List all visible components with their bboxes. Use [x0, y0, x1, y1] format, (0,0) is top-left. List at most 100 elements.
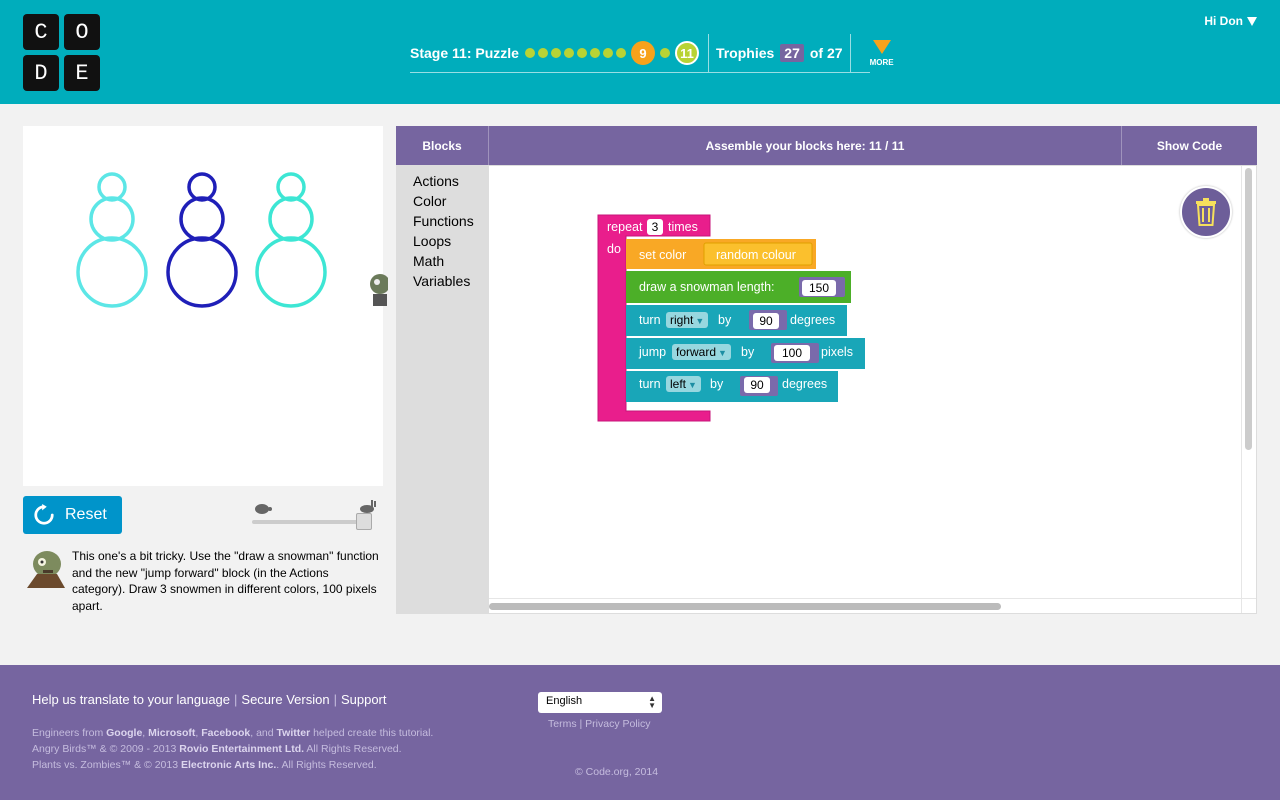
secure-version-link[interactable]: Secure Version — [241, 692, 329, 707]
privacy-policy-link[interactable]: Privacy Policy — [585, 718, 650, 730]
more-button[interactable]: MORE — [864, 39, 900, 67]
credits: Engineers from Google, Microsoft, Facebo… — [32, 725, 433, 773]
toolbox-category-functions[interactable]: Functions — [396, 211, 489, 231]
turn-direction-value: left — [670, 377, 687, 391]
current-puzzle-bubble[interactable]: 9 — [630, 41, 655, 65]
snowman-2-ball-2 — [179, 196, 225, 242]
puzzle-dot-10[interactable] — [659, 48, 670, 58]
credits-engineers: Engineers from Google, Microsoft, Facebo… — [32, 727, 434, 739]
translate-link[interactable]: Help us translate to your language — [32, 692, 230, 707]
puzzle-dots: 9 11 — [524, 41, 701, 65]
snowman-1-ball-2 — [89, 196, 135, 242]
instructions: This one's a bit tricky. Use the "draw a… — [23, 548, 383, 614]
puzzle-dot-1[interactable] — [524, 48, 535, 58]
user-menu[interactable]: Hi Don — [1204, 14, 1257, 28]
draw-snowman-label: draw a snowman length: — [639, 280, 775, 294]
dropdown-arrow-icon: ▼ — [695, 316, 705, 326]
last-puzzle-bubble[interactable]: 11 — [674, 41, 699, 65]
puzzle-dot-8[interactable] — [615, 48, 626, 58]
header: C O D E Stage 11: Puzzle 9 11 Trophies 2… — [0, 0, 1280, 104]
logo-letter: O — [64, 14, 100, 50]
snowman-2-ball-3 — [166, 236, 238, 308]
reset-button[interactable]: Reset — [23, 496, 122, 534]
show-code-button[interactable]: Show Code — [1121, 126, 1257, 165]
puzzle-dot-5[interactable] — [576, 48, 587, 58]
puzzle-dot-3[interactable] — [550, 48, 561, 58]
snowman-3-ball-3 — [255, 236, 327, 308]
stage-label: Stage 11: Puzzle — [410, 45, 519, 61]
logo-letter: D — [23, 55, 59, 91]
footer: Help us translate to your language | Secur… — [0, 665, 1280, 800]
jump-pixels-field[interactable]: 100 — [774, 345, 810, 361]
zombie-character — [370, 274, 388, 306]
snowman-2-ball-1 — [187, 172, 217, 202]
puzzle-dot-2[interactable] — [537, 48, 548, 58]
trophies-total: of 27 — [809, 45, 843, 61]
code-logo[interactable]: C O D E — [23, 14, 100, 91]
dropdown-arrow-icon: ▼ — [688, 380, 697, 390]
toolbox-category-actions[interactable]: Actions — [396, 171, 489, 191]
degrees-label: degrees — [790, 313, 836, 327]
speed-slider[interactable] — [252, 500, 376, 532]
turn-label: turn — [639, 313, 661, 327]
speed-thumb[interactable] — [356, 513, 372, 530]
trophies-label: Trophies — [715, 45, 775, 61]
more-label: MORE — [869, 57, 894, 67]
turn-direction-value: right — [670, 313, 694, 327]
workspace-header: Blocks Assemble your blocks here: 11 / 1… — [396, 126, 1257, 165]
visualization-canvas — [23, 126, 388, 486]
blocks-workspace[interactable]: repeat 3 times do set color random colou… — [489, 165, 1257, 614]
jump-label: jump — [639, 345, 667, 359]
by-label: by — [741, 345, 755, 359]
trash-can[interactable] — [1180, 186, 1232, 238]
horizontal-scrollbar[interactable] — [489, 603, 1001, 610]
toolbox-category-color[interactable]: Color — [396, 191, 489, 211]
logo-letter: E — [64, 55, 100, 91]
puzzle-dot-4[interactable] — [563, 48, 574, 58]
repeat-label: repeat — [607, 220, 643, 234]
puzzle-dot-7[interactable] — [602, 48, 613, 58]
snowman-1-ball-3 — [76, 236, 148, 308]
footer-links: Help us translate to your language | Secur… — [32, 692, 387, 707]
turn-direction-dropdown[interactable]: right ▼ — [666, 312, 709, 328]
vertical-scrollbar[interactable] — [1245, 168, 1252, 450]
trophies-count: 27 — [780, 44, 804, 62]
repeat-count-field[interactable]: 3 — [647, 219, 663, 235]
toolbox-category-math[interactable]: Math — [396, 251, 489, 271]
reset-label: Reset — [65, 506, 107, 523]
instructions-text: This one's a bit tricky. Use the "draw a… — [72, 549, 379, 613]
copyright: © Code.org, 2014 — [575, 766, 659, 778]
caret-down-icon — [1247, 16, 1257, 26]
turn-degrees-field[interactable]: 90 — [753, 313, 779, 329]
toolbox: Actions Color Functions Loops Math Varia… — [396, 165, 489, 614]
divider — [707, 34, 709, 72]
speed-track[interactable] — [252, 520, 370, 524]
blocks-tab: Blocks — [396, 126, 489, 165]
turn-direction-dropdown[interactable]: left ▼ — [666, 376, 701, 392]
puzzle-dot-6[interactable] — [589, 48, 600, 58]
random-colour-label[interactable]: random colour — [716, 247, 796, 263]
times-label: times — [668, 220, 698, 234]
trash-icon — [1196, 198, 1216, 226]
snowman-3-ball-2 — [268, 196, 314, 242]
toolbox-category-variables[interactable]: Variables — [396, 271, 489, 291]
zombie-avatar-icon — [27, 551, 65, 588]
turn-degrees-field[interactable]: 90 — [744, 377, 770, 393]
dropdown-arrow-icon: ▼ — [718, 348, 727, 358]
drawing — [76, 172, 327, 308]
horizontal-scrollbar-track — [489, 598, 1256, 599]
language-value: English — [546, 695, 583, 707]
divider — [849, 34, 851, 72]
terms-link[interactable]: Terms — [548, 718, 577, 730]
turn-label: turn — [639, 377, 661, 391]
pixels-label: pixels — [821, 345, 853, 359]
stage-progress: Stage 11: Puzzle 9 11 Trophies 27 of 27 … — [410, 34, 900, 72]
jump-direction-dropdown[interactable]: forward ▼ — [672, 344, 731, 360]
language-select[interactable]: English ▲ ▼ — [538, 692, 662, 713]
by-label: by — [718, 313, 732, 327]
legal-links: Terms | Privacy Policy — [548, 718, 651, 730]
support-link[interactable]: Support — [341, 692, 387, 707]
snowman-length-field[interactable]: 150 — [802, 280, 836, 296]
degrees-label: degrees — [782, 377, 828, 391]
toolbox-category-loops[interactable]: Loops — [396, 231, 489, 251]
